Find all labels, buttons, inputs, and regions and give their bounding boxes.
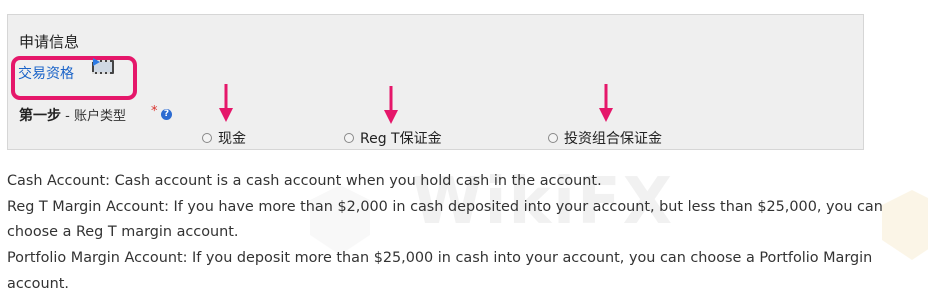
step-number: 第一步: [19, 108, 61, 124]
radio-label: 投资组合保证金: [564, 131, 662, 147]
account-type-step-label: 第一步 - 账户类型: [19, 105, 126, 125]
account-type-explanations: Cash Account: Cash account is a cash acc…: [7, 169, 919, 298]
video-icon[interactable]: [91, 58, 115, 76]
radio-cash[interactable]: 现金: [202, 129, 246, 147]
radio-label: Reg T保证金: [360, 131, 442, 147]
radio-button[interactable]: [202, 133, 212, 143]
radio-button[interactable]: [548, 133, 558, 143]
arrow-down-icon: [219, 84, 233, 122]
radio-label: 现金: [218, 131, 246, 147]
arrow-down-icon: [384, 86, 398, 124]
trading-qualification-link[interactable]: 交易资格: [18, 63, 74, 83]
reg-t-margin-explanation: Reg T Margin Account: If you have more t…: [7, 198, 883, 241]
panel-heading: 申请信息: [19, 33, 80, 51]
step-title: - 账户类型: [61, 109, 126, 124]
page: WikiFX 申请信息 交易资格 第一步 - 账户类型 * ? 现金 Reg T…: [0, 0, 928, 300]
arrow-down-icon: [599, 84, 613, 122]
help-icon[interactable]: ?: [161, 109, 172, 120]
radio-reg-t-margin[interactable]: Reg T保证金: [344, 129, 442, 147]
radio-portfolio-margin[interactable]: 投资组合保证金: [548, 129, 662, 147]
radio-button[interactable]: [344, 133, 354, 143]
portfolio-margin-explanation: Portfolio Margin Account: If you deposit…: [7, 250, 873, 292]
required-mark: *: [151, 104, 158, 119]
cash-account-explanation: Cash Account: Cash account is a cash acc…: [7, 173, 602, 189]
application-form-panel: 申请信息 交易资格 第一步 - 账户类型 * ? 现金 Reg T保证金 投资组…: [7, 14, 864, 150]
